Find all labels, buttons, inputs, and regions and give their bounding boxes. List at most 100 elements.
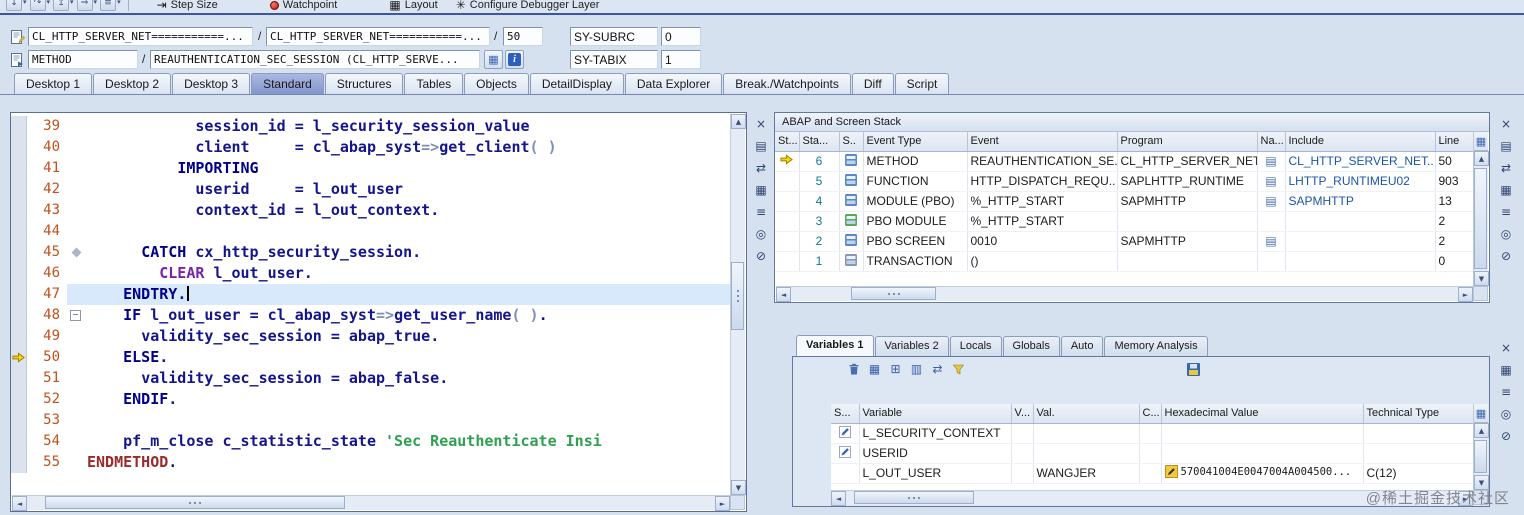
pencil-icon[interactable] xyxy=(838,445,851,461)
info-button[interactable]: i xyxy=(505,50,524,69)
breakpoint-margin[interactable] xyxy=(11,116,27,137)
step-menu-icon[interactable]: ≡ xyxy=(100,0,117,11)
stack-row[interactable]: 3 PBO MODULE %_HTTP_START 2 xyxy=(775,211,1473,232)
variable-cell-hex[interactable] xyxy=(1161,423,1364,444)
variables-column-header[interactable]: S... xyxy=(831,404,860,424)
dropdown-caret-icon[interactable]: ▾ xyxy=(23,0,27,6)
fold-margin[interactable] xyxy=(67,431,87,452)
scroll-thumb[interactable] xyxy=(851,287,936,300)
scroll-track[interactable] xyxy=(791,287,1458,301)
fold-margin[interactable] xyxy=(67,410,87,431)
code-line[interactable]: 55 ENDMETHOD. xyxy=(11,452,730,473)
fold-margin[interactable] xyxy=(67,221,87,242)
scroll-right-icon[interactable] xyxy=(1458,287,1473,302)
variables-tab-locals[interactable]: Locals xyxy=(949,336,1002,356)
scroll-up-icon[interactable] xyxy=(731,114,746,129)
scroll-up-icon[interactable] xyxy=(1474,151,1489,166)
event-name-field[interactable] xyxy=(150,50,480,69)
code-line[interactable]: 48 IF l_out_user = cl_abap_syst=>get_use… xyxy=(11,305,730,326)
sy-tabix-value-field[interactable] xyxy=(661,50,701,69)
variable-cell-value[interactable]: WANGJER xyxy=(1033,463,1140,484)
stack-column-header[interactable]: Include xyxy=(1285,132,1436,152)
tab-tables[interactable]: Tables xyxy=(404,73,464,94)
fold-margin[interactable] xyxy=(67,200,87,221)
line-number-field[interactable] xyxy=(503,27,543,46)
code-text[interactable]: validity_sec_session = abap_false. xyxy=(87,368,730,389)
stack-row[interactable]: 4 MODULE (PBO) %_HTTP_START SAPMHTTP ▤ SAPMHT… xyxy=(775,191,1473,212)
fold-margin[interactable] xyxy=(67,242,87,263)
scroll-down-icon[interactable] xyxy=(731,480,746,495)
breakpoint-margin[interactable] xyxy=(11,242,27,263)
variables-column-header[interactable]: V... xyxy=(1011,404,1034,424)
source-code-field[interactable] xyxy=(266,27,490,46)
code-line[interactable]: 44 xyxy=(11,221,730,242)
table-columns-icon[interactable]: ▥ xyxy=(908,361,925,377)
variables-tab-globals[interactable]: Globals xyxy=(1002,336,1060,356)
variables-column-header[interactable]: Hexadecimal Value xyxy=(1161,404,1364,424)
code-text[interactable]: pf_m_close c_statistic_state 'Sec Reauth… xyxy=(87,431,730,452)
code-line[interactable]: 47 ENDTRY. xyxy=(11,284,730,305)
dropdown-caret-icon[interactable]: ▾ xyxy=(117,0,121,6)
stack-vertical-scrollbar[interactable]: ▦ xyxy=(1473,132,1489,286)
code-line[interactable]: 50 ELSE. xyxy=(11,347,730,368)
scroll-thumb[interactable] xyxy=(45,496,345,509)
include-nav-icon[interactable]: ▤ xyxy=(1265,234,1276,248)
trash-icon[interactable] xyxy=(845,361,862,377)
layout-button[interactable]: ▦ Layout xyxy=(389,0,437,12)
variable-cell-hex[interactable]: 570041004E0047004A004500... xyxy=(1161,463,1364,484)
fold-collapse-icon[interactable] xyxy=(70,310,81,321)
code-line[interactable]: 49 validity_sec_session = abap_true. xyxy=(11,326,730,347)
tab-diff[interactable]: Diff xyxy=(851,73,894,94)
step-return-icon[interactable]: ↥ xyxy=(53,0,70,11)
code-text[interactable]: userid = l_out_user xyxy=(87,179,730,200)
variables-tab-variables-2[interactable]: Variables 2 xyxy=(874,336,949,356)
code-line[interactable]: 41 IMPORTING xyxy=(11,158,730,179)
vertical-splitter[interactable] xyxy=(747,112,773,512)
horizontal-splitter[interactable] xyxy=(774,304,1490,334)
tab-script[interactable]: Script xyxy=(894,73,950,94)
code-line[interactable]: 52 ENDIF. xyxy=(11,389,730,410)
breakpoint-margin[interactable] xyxy=(11,326,27,347)
variable-cell-value[interactable] xyxy=(1033,443,1140,464)
tab-break-watchpoints[interactable]: Break./Watchpoints xyxy=(723,73,851,94)
code-line[interactable]: 45 CATCH cx_http_security_session. xyxy=(11,242,730,263)
fold-margin[interactable] xyxy=(67,179,87,200)
save-button[interactable] xyxy=(1185,361,1202,377)
code-text[interactable]: ENDTRY. xyxy=(87,284,730,305)
breakpoint-margin[interactable] xyxy=(11,221,27,242)
close-icon[interactable]: × xyxy=(1497,116,1515,131)
breakpoint-margin[interactable] xyxy=(11,389,27,410)
table-plus-icon[interactable]: ⊞ xyxy=(887,361,904,377)
event-type-field[interactable] xyxy=(28,50,138,69)
code-line[interactable]: 53 xyxy=(11,410,730,431)
breakpoint-margin[interactable] xyxy=(11,347,27,368)
fold-margin[interactable] xyxy=(67,452,87,473)
filter-off-icon[interactable]: ⊘ xyxy=(1497,428,1515,443)
close-icon[interactable]: × xyxy=(1497,340,1515,355)
fold-margin[interactable] xyxy=(67,116,87,137)
code-text[interactable]: IF l_out_user = cl_abap_syst=>get_user_n… xyxy=(87,305,730,326)
scroll-left-icon[interactable] xyxy=(776,287,791,302)
code-text[interactable]: CLEAR l_out_user. xyxy=(87,263,730,284)
display-source-button[interactable]: ▦ xyxy=(484,50,503,69)
scroll-left-icon[interactable] xyxy=(12,496,27,511)
table-settings-icon[interactable]: ▦ xyxy=(1474,404,1488,423)
fold-margin[interactable] xyxy=(67,368,87,389)
list-icon[interactable]: ≡ xyxy=(1497,204,1515,219)
variable-row[interactable]: L_OUT_USER WANGJER 570041004E0047004A00450… xyxy=(831,463,1473,484)
variables-column-header[interactable]: C... xyxy=(1139,404,1162,424)
code-text[interactable] xyxy=(87,410,730,431)
breakpoint-margin[interactable] xyxy=(11,263,27,284)
list-icon[interactable]: ≡ xyxy=(1497,384,1515,399)
variable-cell-value[interactable] xyxy=(1033,423,1140,444)
tab-standard[interactable]: Standard xyxy=(251,73,324,94)
breakpoint-margin[interactable] xyxy=(11,410,27,431)
scroll-track[interactable] xyxy=(27,496,715,510)
step-over-icon[interactable]: ↷ xyxy=(29,0,46,11)
tab-desktop-3[interactable]: Desktop 3 xyxy=(172,73,251,94)
stack-column-header[interactable]: Program xyxy=(1117,132,1258,152)
breakpoint-margin[interactable] xyxy=(11,284,27,305)
scroll-left-icon[interactable] xyxy=(831,491,846,506)
services-icon[interactable]: ◎ xyxy=(1497,226,1515,241)
include-nav-icon[interactable]: ▤ xyxy=(1265,174,1276,188)
